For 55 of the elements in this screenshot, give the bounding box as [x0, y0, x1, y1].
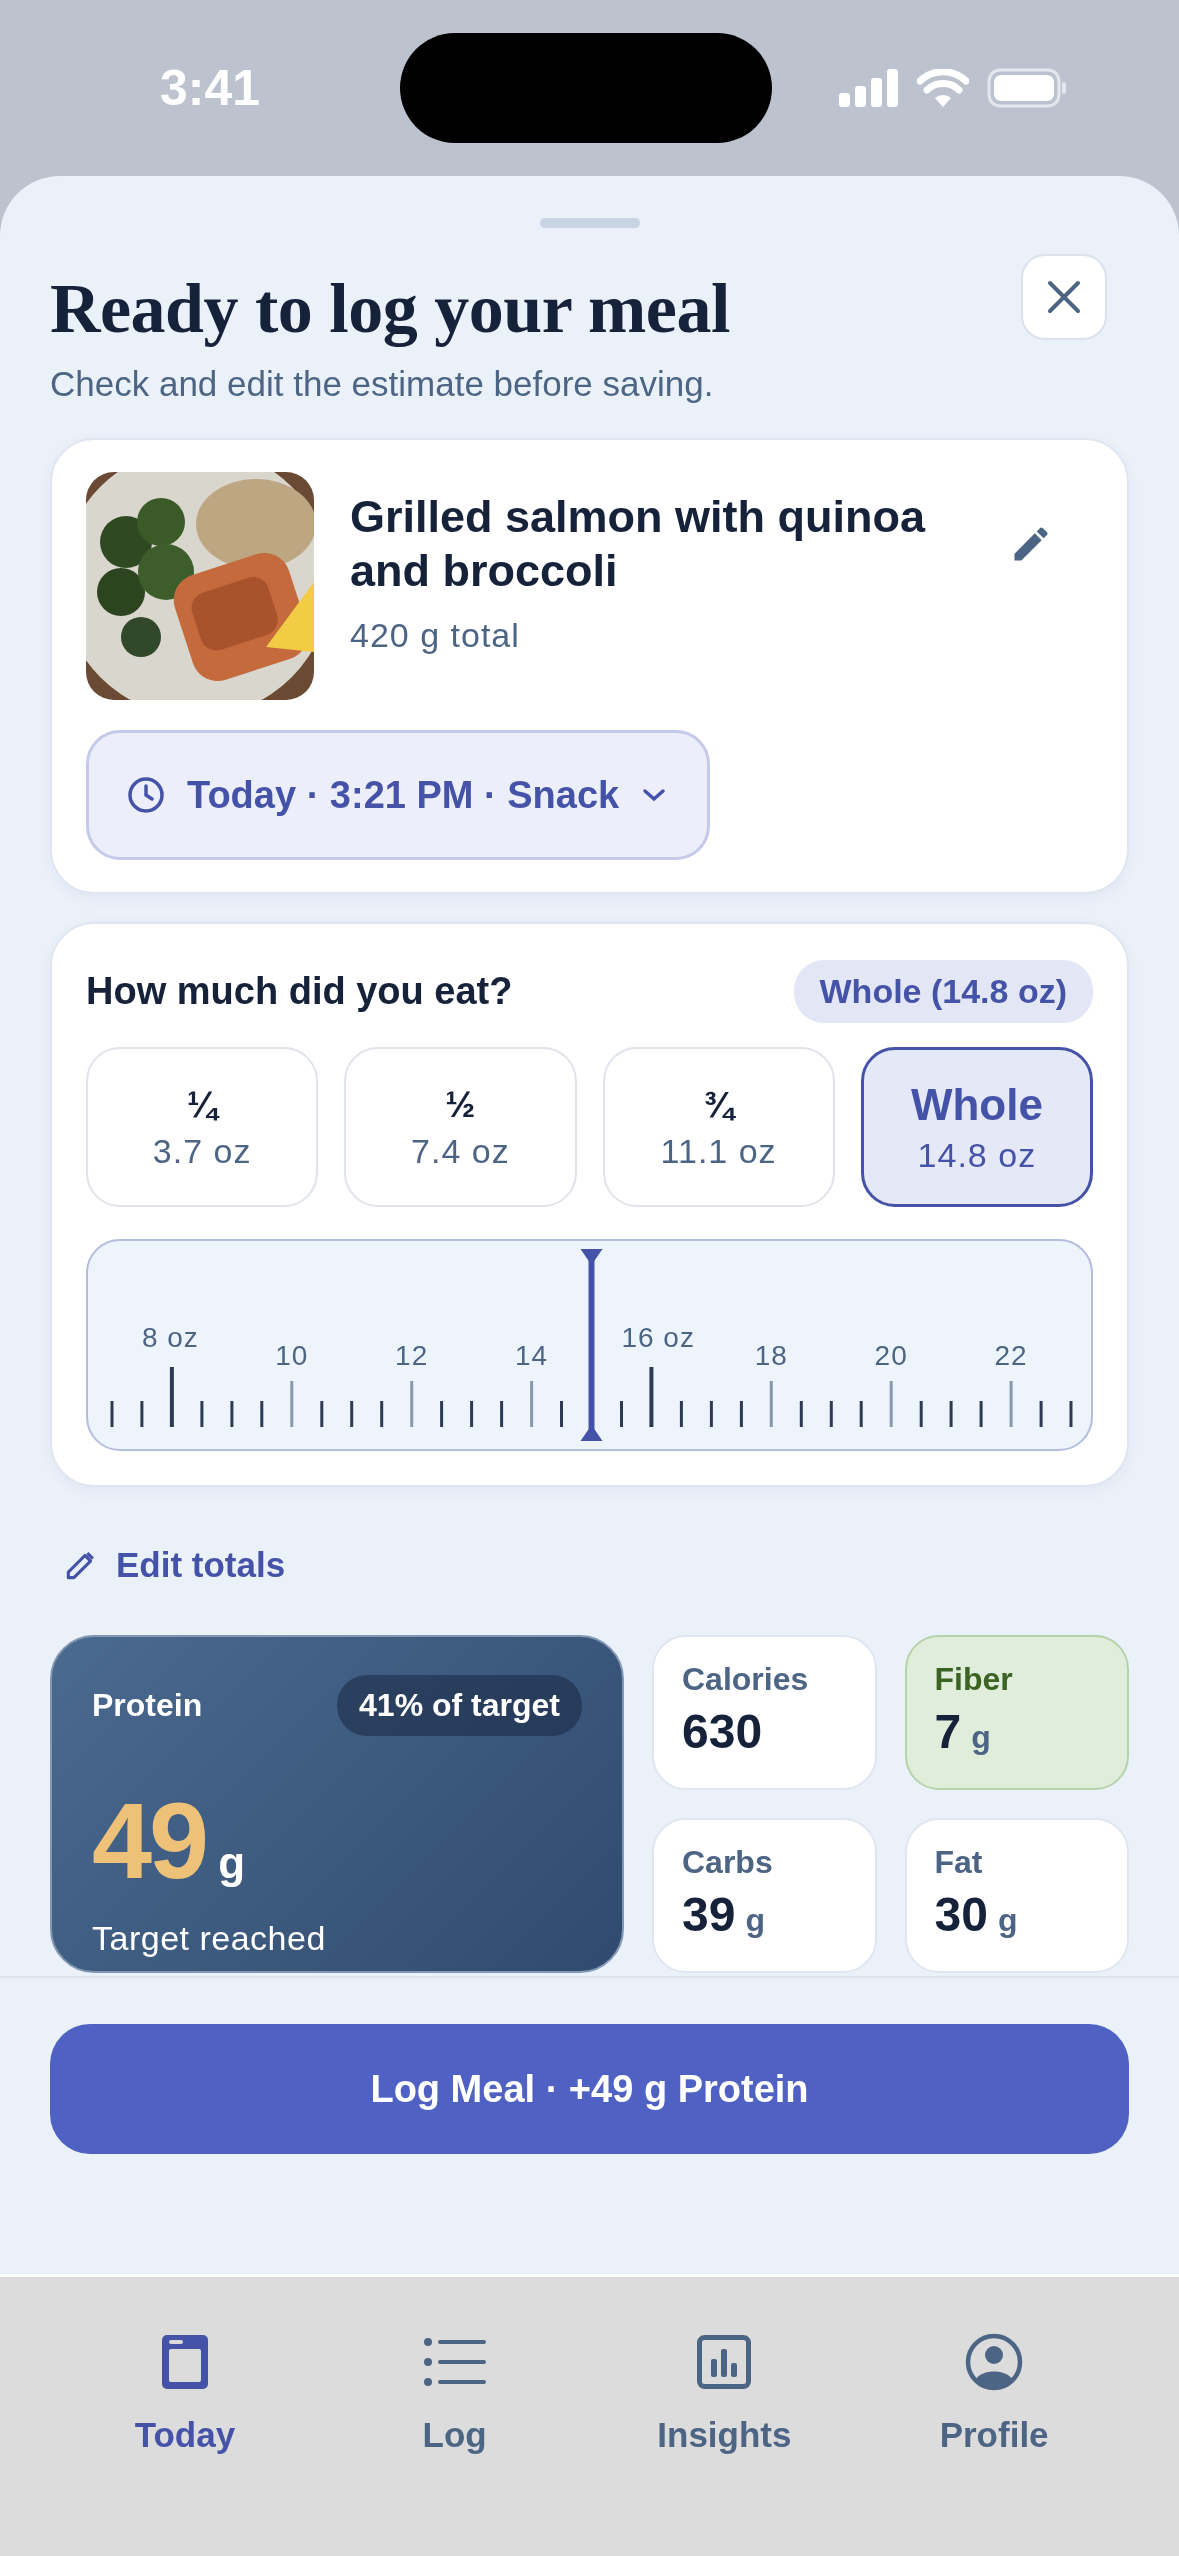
- ruler-label: 22: [994, 1340, 1028, 1371]
- nutrient-value: 30: [934, 1887, 988, 1942]
- clock-icon: [127, 776, 165, 814]
- nutrient-value: 39: [682, 1887, 736, 1942]
- ruler-label: 20: [874, 1340, 908, 1371]
- nutrient-value: 7: [934, 1704, 962, 1759]
- wifi-icon: [917, 69, 969, 107]
- signal-icon: [839, 69, 899, 107]
- chevron-down-icon: [641, 787, 668, 803]
- bar-chart-icon: [697, 2335, 752, 2389]
- meal-time-dropdown[interactable]: Today · 3:21 PM · Snack: [86, 730, 711, 860]
- nutrient-label: Fiber: [934, 1661, 1014, 1698]
- ruler-label: 10: [275, 1340, 309, 1371]
- nutrient-unit: g: [971, 1719, 991, 1756]
- portion-ruler[interactable]: 8 oz 10 12 14 16 oz 18 20 22: [86, 1239, 1093, 1451]
- edit-totals-link[interactable]: Edit totals: [62, 1545, 286, 1585]
- ruler-label: 12: [395, 1340, 429, 1371]
- portion-option[interactable]: ¾ 11.1 oz: [602, 1047, 835, 1207]
- close-button[interactable]: [1021, 254, 1107, 340]
- drag-handle[interactable]: [539, 218, 640, 228]
- close-icon: [1046, 279, 1082, 315]
- battery-icon: [987, 68, 1067, 108]
- panel-icon: [161, 2335, 208, 2389]
- ruler-label: 14: [515, 1340, 549, 1371]
- meal-weight: 420 g total: [350, 616, 521, 655]
- portion-question: How much did you eat?: [86, 970, 513, 1013]
- tab[interactable]: Today: [50, 2331, 320, 2455]
- protein-label: Protein: [92, 1687, 203, 1724]
- profile-icon: [965, 2333, 1024, 2391]
- nutrient-label: Carbs: [682, 1844, 774, 1881]
- sheet-subtitle: Check and edit the estimate before saving.: [50, 364, 715, 404]
- protein-note: Target reached: [92, 1919, 327, 1958]
- target-badge: 41% of target: [337, 1675, 582, 1736]
- tab[interactable]: Profile: [859, 2331, 1129, 2455]
- nutrient-unit: g: [997, 1902, 1018, 1939]
- tab[interactable]: Insights: [589, 2331, 860, 2455]
- nutrient-label: Fat: [934, 1844, 984, 1881]
- portion-option[interactable]: Whole 14.8 oz: [860, 1047, 1093, 1207]
- nutrient-value: 630: [682, 1704, 763, 1759]
- ruler-label: 16 oz: [621, 1322, 695, 1353]
- portion-option[interactable]: ¼ 3.7 oz: [86, 1047, 319, 1207]
- tab[interactable]: Log: [319, 2331, 590, 2455]
- portion-summary: Whole (14.8 oz): [793, 960, 1093, 1023]
- ruler-label: 18: [754, 1340, 788, 1371]
- slider-handle[interactable]: [580, 1249, 603, 1441]
- protein-value: 49: [92, 1779, 207, 1903]
- nutrient-label: Calories: [682, 1661, 810, 1698]
- protein-unit: g: [218, 1838, 246, 1888]
- nutrient-unit: g: [745, 1902, 765, 1939]
- ruler-label: 8 oz: [141, 1322, 199, 1353]
- log-meal-button[interactable]: Log Meal · +49 g Protein: [50, 2024, 1129, 2154]
- status-time: 3:41: [160, 59, 262, 117]
- list-icon: [423, 2338, 486, 2386]
- meal-name: Grilled salmon with quinoa and broccoli: [350, 490, 927, 598]
- portion-option[interactable]: ½ 7.4 oz: [344, 1047, 577, 1207]
